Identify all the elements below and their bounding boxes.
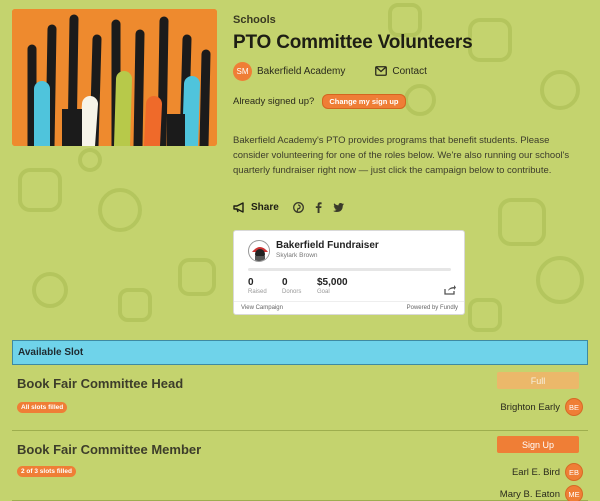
fundraiser-widget[interactable]: Bakerfield Fundraiser Skylark Brown 0 Ra… [233, 230, 465, 315]
contact-label: Contact [392, 65, 427, 77]
twitter-icon[interactable] [332, 203, 344, 212]
envelope-icon [375, 66, 388, 76]
volunteer: Mary B. Eaton ME [500, 485, 583, 501]
raised-value: 0 [248, 277, 254, 288]
slot-name: Book Fair Committee Member [17, 442, 202, 457]
volunteer-name: Earl E. Bird [511, 466, 560, 478]
org-name[interactable]: Bakerfield Academy [257, 66, 345, 77]
volunteer-name: Brighton Early [500, 401, 560, 413]
goal-label: Goal [317, 289, 330, 295]
slot-row: Book Fair Committee Head All slots fille… [12, 365, 588, 431]
raised-stat: 0 Raised [248, 277, 267, 295]
facebook-icon[interactable] [315, 202, 322, 213]
donors-value: 0 [282, 277, 288, 288]
share-label[interactable]: Share [251, 202, 279, 213]
page-title: PTO Committee Volunteers [233, 32, 473, 53]
goal-value: $5,000 [317, 277, 348, 288]
table-header: Available Slot [12, 340, 588, 365]
contact-link[interactable]: Contact [375, 65, 427, 77]
fundraiser-organizer: Skylark Brown [276, 252, 318, 259]
donors-label: Donors [282, 289, 302, 295]
slot-status-badge: All slots filled [17, 402, 68, 413]
organizer-row: SM Bakerfield Academy Contact [233, 61, 427, 81]
fundraiser-logo [248, 240, 270, 262]
signed-up-prompt: Already signed up? [233, 96, 315, 107]
full-button: Full [497, 372, 579, 389]
volunteer-avatar: ME [565, 485, 583, 501]
volunteer: Brighton Early BE [500, 398, 583, 416]
volunteer-name: Mary B. Eaton [499, 488, 560, 500]
slot-row: Book Fair Committee Member 2 of 3 slots … [12, 431, 588, 501]
change-signup-button[interactable]: Change my sign up [322, 94, 406, 109]
goal-stat: $5,000 Goal [317, 277, 348, 295]
pinterest-icon[interactable] [292, 202, 304, 213]
view-campaign-link[interactable]: View Campaign [241, 305, 283, 311]
raised-label: Raised [248, 289, 267, 295]
widget-footer: View Campaign Powered by Fundly [234, 301, 464, 315]
volunteer-avatar: BE [565, 398, 583, 416]
description: Bakerfield Academy's PTO provides progra… [233, 135, 570, 176]
share-out-icon[interactable] [444, 284, 456, 295]
volunteer-avatar: EB [565, 463, 583, 481]
slot-name: Book Fair Committee Head [17, 376, 184, 391]
category-label: Schools [233, 14, 276, 26]
powered-by-label: Powered by Fundly [406, 305, 458, 311]
slots-table: Available Slot Book Fair Committee Head … [12, 340, 588, 501]
fundraiser-progress-bar [248, 268, 451, 271]
fundraiser-title[interactable]: Bakerfield Fundraiser [276, 240, 379, 251]
slot-status-badge: 2 of 3 slots filled [17, 466, 76, 477]
org-avatar: SM [233, 61, 252, 81]
volunteer: Earl E. Bird EB [512, 463, 583, 481]
header-image [12, 9, 217, 146]
signed-up-row: Already signed up? Change my sign up [233, 94, 406, 109]
megaphone-icon[interactable] [233, 202, 247, 213]
share-bar: Share [233, 202, 344, 213]
sign-up-button[interactable]: Sign Up [497, 436, 579, 453]
donors-stat: 0 Donors [282, 277, 301, 295]
